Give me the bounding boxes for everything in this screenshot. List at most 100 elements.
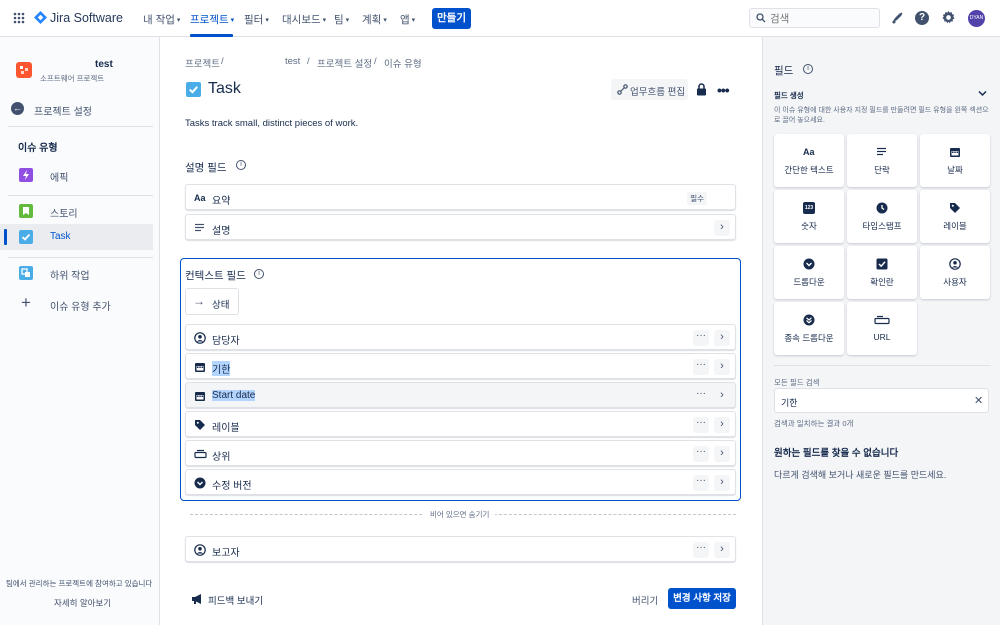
more-icon[interactable]: ···: [693, 330, 709, 346]
chevron-right-icon[interactable]: ›: [714, 388, 730, 404]
more-icon[interactable]: ···: [693, 417, 709, 433]
save-changes-button[interactable]: 변경 사항 저장: [668, 588, 736, 609]
field-row-assignee[interactable]: 담당자 ··· ›: [185, 324, 736, 350]
lock-icon[interactable]: [696, 83, 707, 96]
field-row-parent[interactable]: 상위 ··· ›: [185, 440, 736, 466]
breadcrumb-project[interactable]: test: [285, 56, 300, 67]
more-icon[interactable]: ···: [693, 388, 709, 404]
search-fields-label: 모든 필드 검색: [774, 378, 820, 387]
learn-more-link[interactable]: 자세히 알아보기: [54, 597, 111, 609]
sidebar-item-subtask[interactable]: 하위 작업: [0, 260, 153, 286]
nav-my-work[interactable]: 내 작업 ▾: [143, 12, 180, 27]
issue-type-title[interactable]: Task: [208, 80, 241, 98]
field-tile-short-text[interactable]: Aa 간단한 텍스트: [774, 134, 844, 187]
tile-label: 드롭다운: [793, 277, 825, 287]
info-icon[interactable]: i: [254, 269, 264, 279]
nav-plans[interactable]: 계획 ▾: [362, 12, 387, 27]
task-icon: [186, 82, 201, 97]
chevron-down-icon[interactable]: [978, 90, 987, 97]
breadcrumb-issue-types[interactable]: 이슈 유형: [384, 56, 422, 70]
field-tile-dropdown[interactable]: 드롭다운: [774, 246, 844, 299]
field-tile-checkbox[interactable]: 확인란: [847, 246, 917, 299]
sidebar-item-story[interactable]: 스토리: [0, 198, 153, 224]
chevron-right-icon[interactable]: ›: [714, 330, 730, 346]
field-row-description[interactable]: 설명 ›: [185, 214, 736, 240]
notifications-icon[interactable]: [890, 11, 904, 25]
tile-label: 레이블: [943, 221, 967, 231]
project-name[interactable]: test: [95, 59, 113, 70]
chevron-right-icon[interactable]: ›: [714, 359, 730, 375]
back-button[interactable]: ← 프로젝트 설정: [0, 98, 153, 120]
field-tile-timestamp[interactable]: 타임스탬프: [847, 190, 917, 243]
field-row-fix-version[interactable]: 수정 버전 ··· ›: [185, 469, 736, 495]
breadcrumb-projects[interactable]: 프로젝트: [185, 56, 220, 70]
field-search-box[interactable]: 기한 ✕: [774, 388, 989, 413]
jira-logo-icon[interactable]: [34, 11, 47, 24]
sidebar-divider: [8, 257, 153, 258]
create-button[interactable]: 만들기: [432, 8, 471, 29]
breadcrumb-project-settings[interactable]: 프로젝트 설정: [317, 56, 372, 70]
field-search-input[interactable]: 기한: [781, 396, 798, 409]
chevron-down-icon: ▾: [176, 17, 181, 24]
feedback-label: 피드백 보내기: [208, 596, 264, 607]
help-icon[interactable]: ?: [915, 11, 929, 25]
settings-gear-icon[interactable]: [941, 10, 956, 25]
info-icon[interactable]: i: [236, 160, 246, 170]
product-name[interactable]: Jira Software: [50, 11, 123, 25]
sidebar-item-label: 스토리: [50, 209, 78, 220]
field-tile-labels[interactable]: 레이블: [920, 190, 990, 243]
chevron-right-icon[interactable]: ›: [714, 417, 730, 433]
field-label: 레이블: [212, 423, 240, 434]
tile-label: 사용자: [943, 277, 967, 287]
add-issue-type-button[interactable]: + 이슈 유형 추가: [0, 291, 153, 317]
sidebar-item-task[interactable]: Task: [0, 224, 153, 250]
nav-filters[interactable]: 필터 ▾: [244, 12, 269, 27]
field-row-summary[interactable]: Aa 요약 필수: [185, 184, 736, 210]
field-row-labels[interactable]: 레이블 ··· ›: [185, 411, 736, 437]
hide-when-empty-label: 비어 있으면 숨기기: [424, 509, 496, 520]
dropdown-icon: [803, 258, 815, 270]
create-field-heading[interactable]: 필드 생성: [774, 90, 804, 101]
nav-projects[interactable]: 프로젝트 ▾: [190, 12, 234, 27]
more-icon[interactable]: ···: [693, 446, 709, 462]
workflow-icon: [617, 84, 628, 95]
nav-teams[interactable]: 팀 ▾: [334, 12, 349, 27]
parent-icon: [194, 448, 207, 460]
nav-dashboards[interactable]: 대시보드 ▾: [282, 12, 326, 27]
feedback-button[interactable]: 피드백 보내기: [191, 591, 271, 607]
field-tile-user[interactable]: 사용자: [920, 246, 990, 299]
app-switcher-icon[interactable]: [13, 12, 25, 24]
edit-workflow-label: 업무흐름 편집: [630, 87, 686, 98]
megaphone-icon: [191, 593, 204, 605]
field-tile-date[interactable]: 날짜: [920, 134, 990, 187]
field-tile-number[interactable]: 123 숫자: [774, 190, 844, 243]
calendar-icon: [194, 361, 206, 373]
discard-button[interactable]: 버리기: [632, 593, 658, 607]
more-actions-icon[interactable]: •••: [717, 82, 730, 98]
nav-apps[interactable]: 앱 ▾: [400, 12, 415, 27]
chevron-right-icon[interactable]: ›: [714, 446, 730, 462]
status-field-chip[interactable]: → 상태: [185, 288, 239, 315]
more-icon[interactable]: ···: [693, 475, 709, 491]
field-tile-url[interactable]: URL: [847, 302, 917, 355]
more-icon[interactable]: ···: [693, 542, 709, 558]
more-icon[interactable]: ···: [693, 359, 709, 375]
edit-workflow-button[interactable]: 업무흐름 편집: [611, 79, 688, 100]
field-row-start-date[interactable]: Start date ··· ›: [185, 382, 736, 408]
chevron-right-icon[interactable]: ›: [714, 475, 730, 491]
search-input[interactable]: [770, 11, 875, 26]
issue-type-description[interactable]: Tasks track small, distinct pieces of wo…: [185, 118, 358, 129]
user-avatar[interactable]: DYAN: [968, 10, 985, 27]
field-row-reporter[interactable]: 보고자 ··· ›: [185, 536, 736, 562]
field-row-due-date[interactable]: 기한 ··· ›: [185, 353, 736, 379]
not-found-description: 다르게 검색해 보거나 새로운 필드를 만드세요.: [774, 470, 947, 480]
chevron-right-icon[interactable]: ›: [714, 542, 730, 558]
clear-search-icon[interactable]: ✕: [974, 394, 983, 407]
info-icon[interactable]: i: [803, 64, 813, 74]
search-box[interactable]: [749, 8, 880, 28]
sidebar-item-epic[interactable]: 에픽: [0, 162, 153, 188]
field-tile-cascading-dropdown[interactable]: 종속 드롭다운: [774, 302, 844, 355]
chevron-right-icon[interactable]: ›: [714, 220, 730, 236]
chevron-down-icon: ▾: [265, 17, 269, 24]
field-tile-paragraph[interactable]: 단락: [847, 134, 917, 187]
